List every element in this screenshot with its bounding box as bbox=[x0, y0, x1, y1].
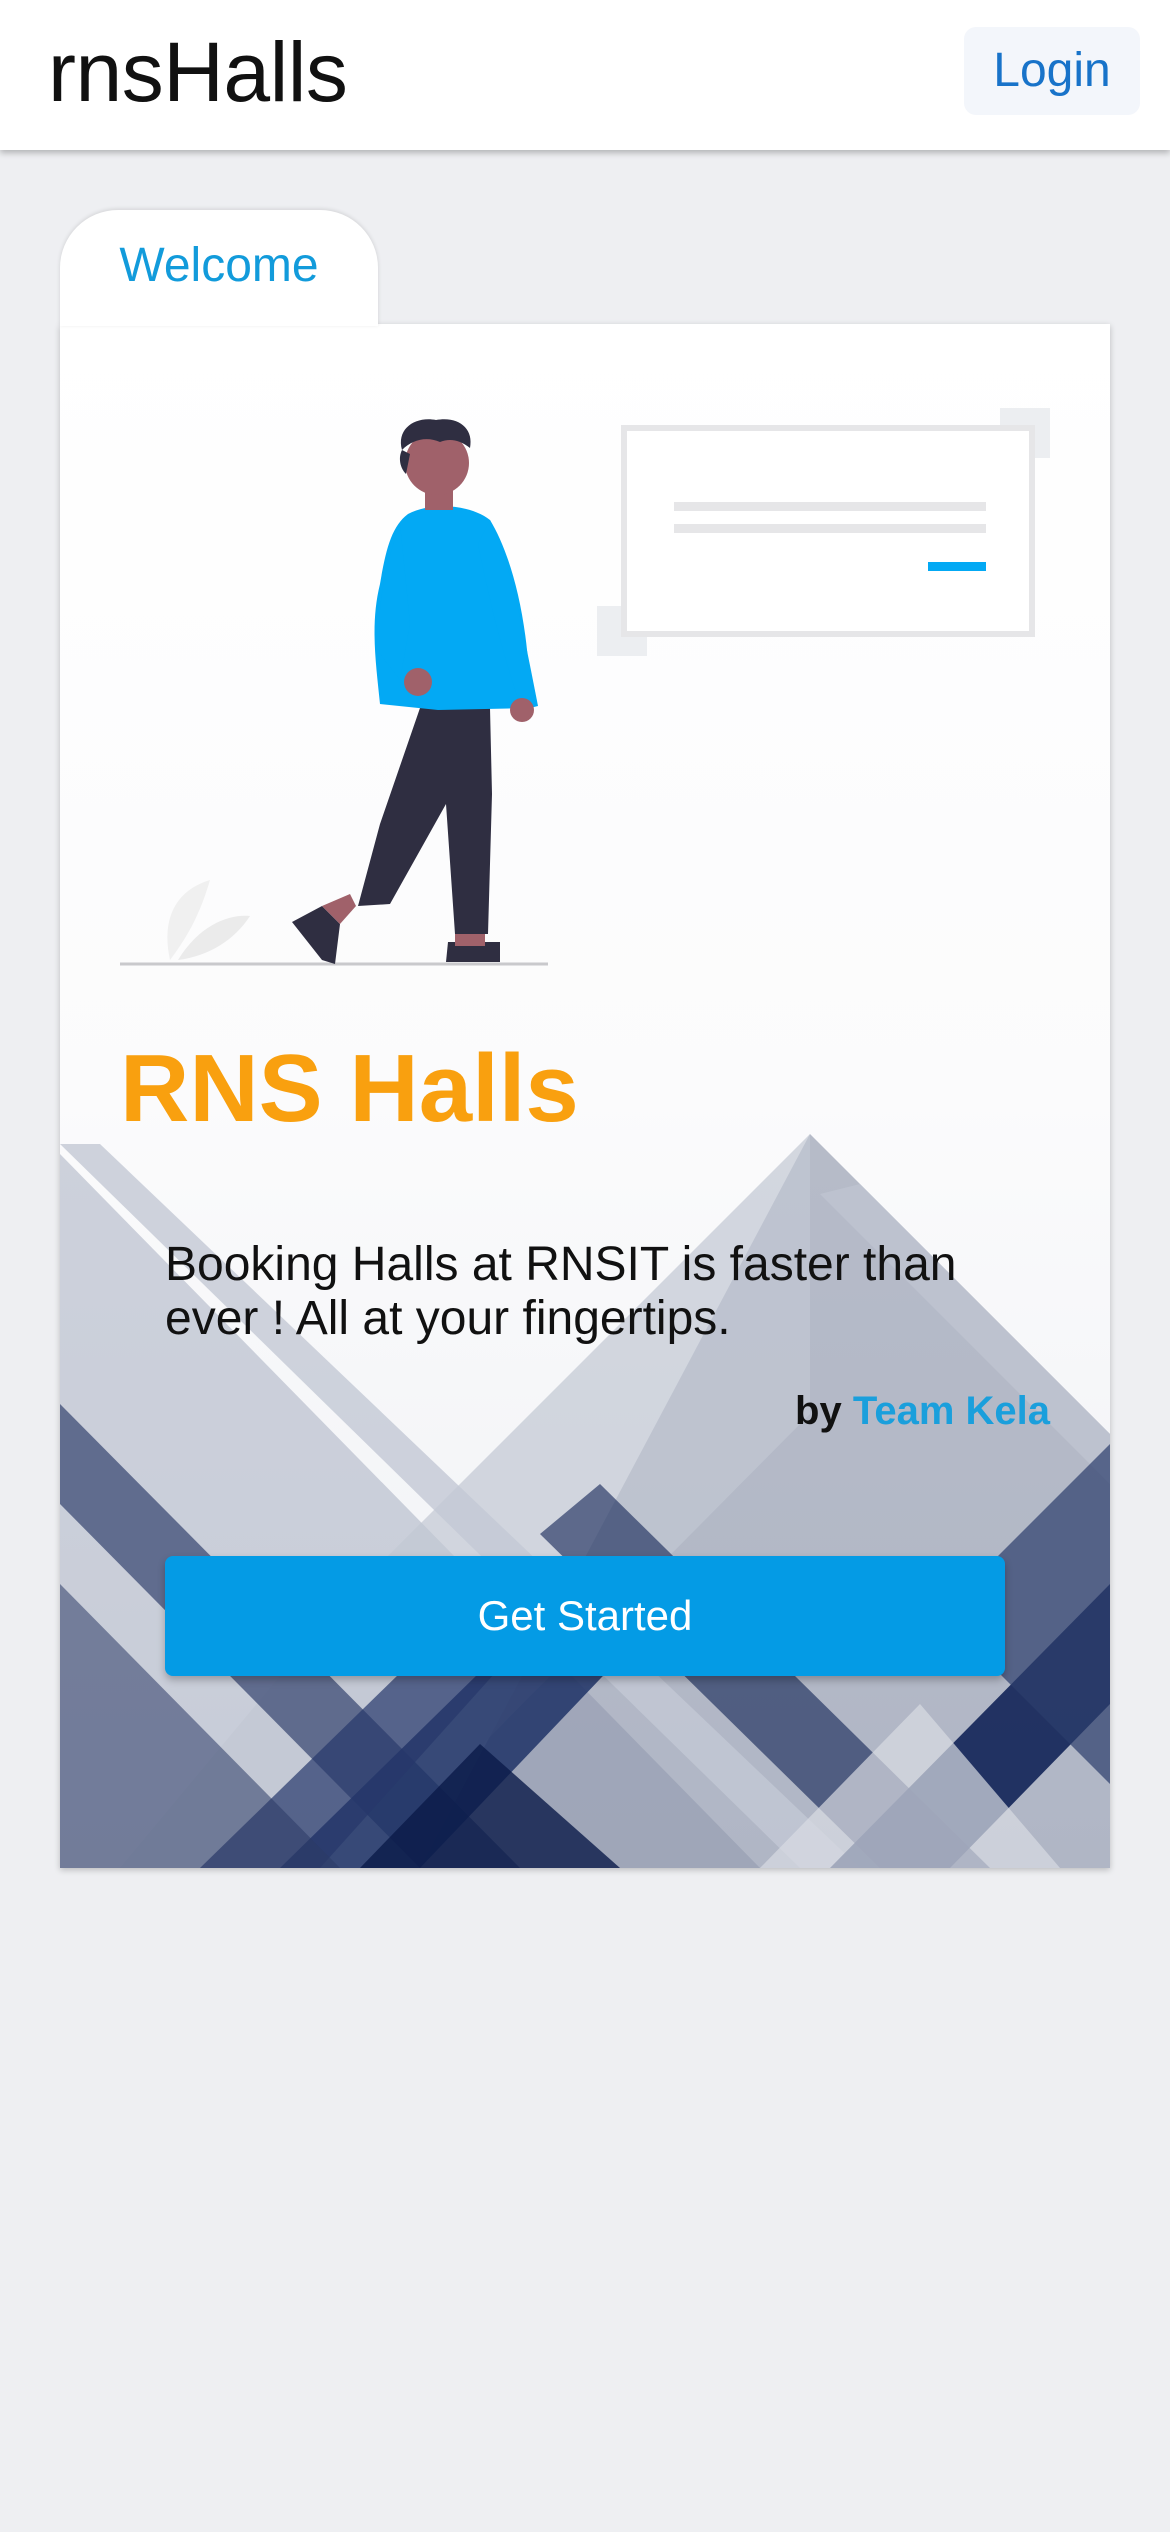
welcome-card: RNS Halls Booking Halls at RNSIT is fast… bbox=[60, 324, 1110, 1868]
document-card-illustration bbox=[597, 408, 1050, 656]
credit-prefix: by bbox=[795, 1389, 842, 1433]
hero-title: RNS Halls bbox=[120, 1035, 579, 1142]
app-bar: rnsHalls Login bbox=[0, 0, 1170, 150]
login-button[interactable]: Login bbox=[964, 27, 1140, 115]
credit-line: by Team Kela bbox=[795, 1386, 1050, 1436]
get-started-button[interactable]: Get Started bbox=[165, 1556, 1005, 1676]
tagline-text: Booking Halls at RNSIT is faster than ev… bbox=[165, 1238, 957, 1345]
brand-title: rnsHalls bbox=[48, 25, 348, 119]
credit-team: Team Kela bbox=[852, 1389, 1050, 1433]
tab-welcome[interactable]: Welcome bbox=[60, 210, 378, 326]
